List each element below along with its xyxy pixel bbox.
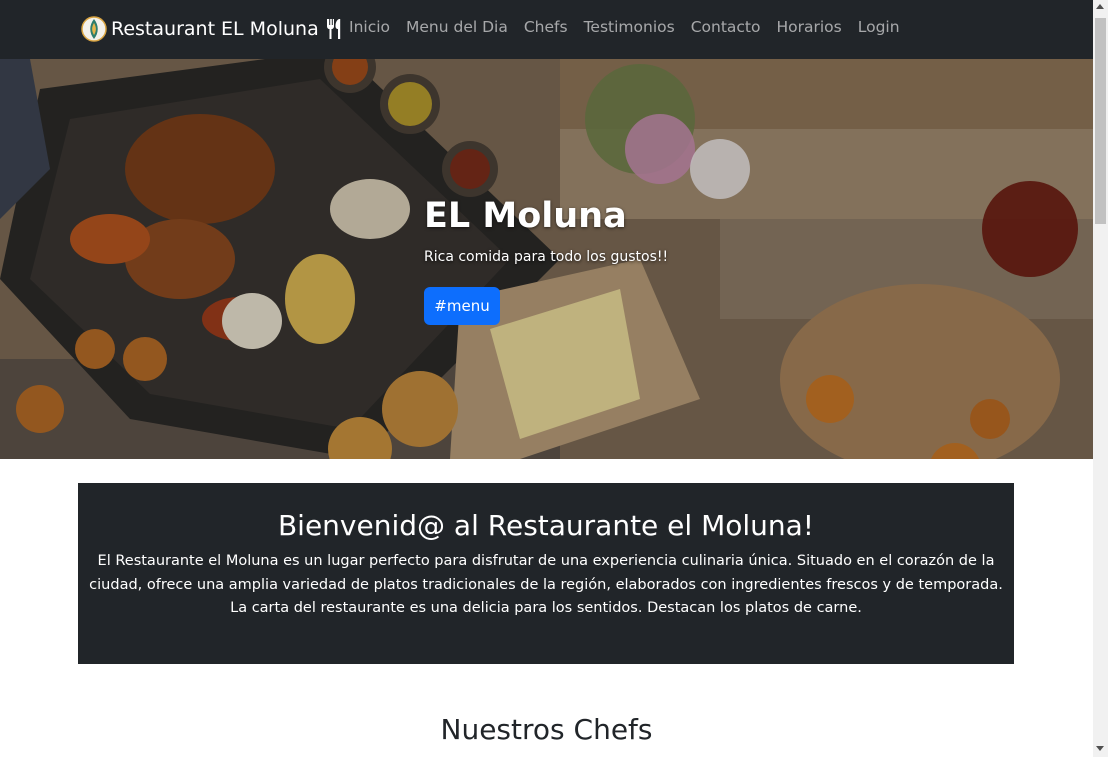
nav-link-testimonios[interactable]: Testimonios [576,18,683,36]
navbar: Restaurant EL Moluna Inicio Menu del Dia… [0,0,1093,59]
nav-link-inicio[interactable]: Inicio [341,18,398,36]
page-scrollbar[interactable] [1093,0,1108,757]
nav-link-login[interactable]: Login [850,18,908,36]
scrollbar-thumb[interactable] [1095,18,1106,224]
brand-name: Restaurant EL Moluna [111,18,319,40]
hero-title: EL Moluna [424,196,627,236]
welcome-title: Bienvenid@ al Restaurante el Moluna! [277,509,815,542]
scroll-down-arrow-icon[interactable] [1096,746,1104,751]
navbar-brand[interactable]: Restaurant EL Moluna [81,14,345,44]
restaurant-logo-icon [81,16,107,42]
welcome-text: El Restaurante el Moluna es un lugar per… [89,553,1003,616]
nav-link-contacto[interactable]: Contacto [683,18,769,36]
nav-link-horarios[interactable]: Horarios [768,18,849,36]
nav-link-menu-del-dia[interactable]: Menu del Dia [398,18,516,36]
nav-links: Inicio Menu del Dia Chefs Testimonios Co… [341,18,908,36]
welcome-section: Bienvenid@ al Restaurante el Moluna! El … [78,483,1014,664]
chefs-section-title: Nuestros Chefs [440,713,653,746]
hero-subtitle: Rica comida para todo los gustos!! [424,249,669,265]
menu-button[interactable]: #menu [424,287,500,325]
hero-banner: EL Moluna Rica comida para todo los gust… [0,59,1093,459]
scroll-up-arrow-icon[interactable] [1096,4,1104,9]
nav-link-chefs[interactable]: Chefs [516,18,576,36]
